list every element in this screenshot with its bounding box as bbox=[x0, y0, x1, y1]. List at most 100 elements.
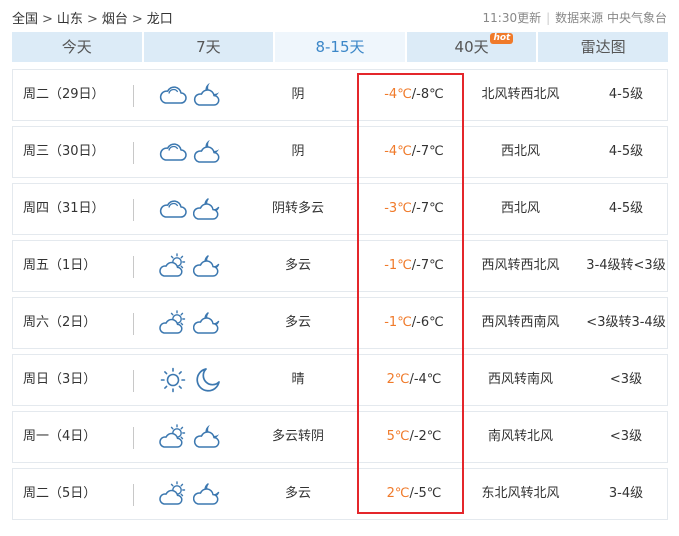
weather-condition: 多云转阴 bbox=[271, 429, 324, 444]
cloudy-moon-icon bbox=[193, 138, 223, 166]
high-temperature: -3℃ bbox=[384, 201, 412, 216]
forecast-row: 周四（31日） 阴转多云 -3℃/-7℃ 西北风 4-5级 bbox=[12, 183, 668, 235]
moon-icon bbox=[193, 366, 223, 394]
tab-radar-label: 雷达图 bbox=[580, 38, 626, 56]
cloudy-icon bbox=[158, 82, 188, 108]
forecast-date: 周二（29日） bbox=[23, 87, 105, 102]
tab-7-days-label: 7天 bbox=[196, 38, 221, 56]
forecast-date: 周五（1日） bbox=[23, 258, 97, 273]
low-temperature: /-5℃ bbox=[409, 486, 442, 501]
wind-level: <3级 bbox=[609, 429, 643, 444]
wind-level: 4-5级 bbox=[608, 201, 644, 216]
low-temperature: /-4℃ bbox=[409, 372, 442, 387]
tab-8-15-days-label: 8-15天 bbox=[315, 38, 365, 56]
update-meta: 11:30更新 | 数据来源 中央气象台 bbox=[483, 9, 667, 26]
low-temperature: /-2℃ bbox=[409, 429, 442, 444]
row-divider bbox=[133, 85, 134, 107]
weather-condition: 阴 bbox=[291, 144, 305, 159]
high-temperature: 2℃ bbox=[386, 486, 410, 501]
tab-radar[interactable]: 雷达图 bbox=[538, 32, 668, 62]
weather-condition: 阴转多云 bbox=[271, 201, 324, 216]
breadcrumb-separator: > bbox=[86, 12, 98, 27]
breadcrumb-separator: > bbox=[131, 12, 143, 27]
breadcrumb: 全国 > 山东 > 烟台 > 龙口 bbox=[12, 8, 173, 27]
partly-cloudy-day-icon bbox=[158, 481, 188, 507]
partly-cloudy-night-icon bbox=[193, 480, 223, 508]
temperature-range: -3℃/-7℃ bbox=[358, 184, 470, 234]
breadcrumb-link-province[interactable]: 山东 bbox=[57, 12, 83, 27]
cloudy-icon bbox=[158, 139, 188, 165]
partly-cloudy-night-icon bbox=[193, 309, 223, 337]
temperature-range: -4℃/-8℃ bbox=[358, 70, 470, 120]
forecast-date: 周三（30日） bbox=[23, 144, 105, 159]
forecast-tabs: 今天 7天 8-15天 40天 hot 雷达图 bbox=[12, 32, 668, 62]
wind-level: <3级 bbox=[609, 372, 643, 387]
partly-cloudy-night-icon bbox=[193, 252, 223, 280]
forecast-list: 周二（29日）阴 -4℃/-8℃ 北风转西北风 4-5级 周三（30日）阴 -4℃/-7℃… bbox=[12, 69, 668, 525]
wind-direction: 西风转西北风 bbox=[481, 258, 560, 273]
row-divider bbox=[133, 427, 134, 449]
high-temperature: 2℃ bbox=[386, 372, 410, 387]
update-time: 11:30更新 bbox=[482, 11, 542, 25]
temperature-range: -4℃/-7℃ bbox=[358, 127, 470, 177]
low-temperature: /-7℃ bbox=[411, 258, 444, 273]
weather-condition: 多云 bbox=[284, 315, 311, 330]
tab-7-days[interactable]: 7天 bbox=[143, 32, 274, 62]
low-temperature: /-7℃ bbox=[411, 201, 444, 216]
row-divider bbox=[133, 142, 134, 164]
high-temperature: -1℃ bbox=[384, 258, 412, 273]
top-bar: 全国 > 山东 > 烟台 > 龙口 11:30更新 | 数据来源 中央气象台 bbox=[0, 0, 679, 32]
low-temperature: /-6℃ bbox=[411, 315, 444, 330]
forecast-row: 周二（29日） 阴 -4℃/-8℃ 北风转西北风 4-5级 bbox=[12, 69, 668, 121]
high-temperature: -4℃ bbox=[384, 144, 412, 159]
wind-direction: 西风转南风 bbox=[487, 372, 553, 387]
breadcrumb-link-country[interactable]: 全国 bbox=[12, 12, 38, 27]
forecast-date: 周四（31日） bbox=[23, 201, 105, 216]
hot-badge: hot bbox=[490, 33, 514, 44]
forecast-date: 周二（5日） bbox=[23, 486, 97, 501]
low-temperature: /-8℃ bbox=[411, 87, 444, 102]
forecast-row: 周二（5日） 多云 2℃/-5℃ 东北风转北风 3-4级 bbox=[12, 468, 668, 520]
low-temperature: /-7℃ bbox=[411, 144, 444, 159]
forecast-date: 周一（4日） bbox=[23, 429, 97, 444]
partly-cloudy-day-icon bbox=[158, 424, 188, 450]
temperature-range: 2℃/-5℃ bbox=[358, 469, 470, 519]
weather-condition: 晴 bbox=[291, 372, 305, 387]
meta-divider: | bbox=[546, 11, 551, 25]
forecast-row: 周六（2日） 多云 -1℃/-6℃ 西风转西南风 <3级转3-4级 bbox=[12, 297, 668, 349]
partly-cloudy-day-icon bbox=[158, 253, 188, 279]
wind-level: 4-5级 bbox=[608, 87, 644, 102]
breadcrumb-current: 龙口 bbox=[146, 12, 173, 27]
cloudy-moon-icon bbox=[193, 423, 223, 451]
wind-direction: 东北风转北风 bbox=[481, 486, 560, 501]
temperature-range: 2℃/-4℃ bbox=[358, 355, 470, 405]
tab-8-15-days[interactable]: 8-15天 bbox=[275, 32, 405, 62]
row-divider bbox=[133, 484, 134, 506]
wind-direction: 西北风 bbox=[500, 144, 540, 159]
forecast-row: 周五（1日） 多云 -1℃/-7℃ 西风转西北风 3-4级转<3级 bbox=[12, 240, 668, 292]
forecast-row: 周一（4日） 多云转阴 5℃/-2℃ 南风转北风 <3级 bbox=[12, 411, 668, 463]
wind-level: 3-4级转<3级 bbox=[586, 258, 666, 273]
wind-direction: 西风转西南风 bbox=[481, 315, 560, 330]
forecast-date: 周六（2日） bbox=[23, 315, 97, 330]
breadcrumb-separator: > bbox=[42, 12, 53, 27]
row-divider bbox=[133, 370, 134, 392]
partly-cloudy-day-icon bbox=[158, 310, 188, 336]
wind-level: <3级转3-4级 bbox=[586, 315, 666, 330]
row-divider bbox=[133, 313, 134, 335]
tab-today[interactable]: 今天 bbox=[12, 32, 142, 62]
breadcrumb-link-city[interactable]: 烟台 bbox=[102, 12, 128, 27]
weather-condition: 阴 bbox=[291, 87, 305, 102]
wind-direction: 北风转西北风 bbox=[481, 87, 560, 102]
temperature-range: -1℃/-7℃ bbox=[358, 241, 470, 291]
cloudy-moon-icon bbox=[193, 81, 223, 109]
weather-condition: 多云 bbox=[284, 486, 311, 501]
high-temperature: -1℃ bbox=[384, 315, 412, 330]
forecast-row: 周日（3日） 晴 2℃/-4℃ 西风转南风 <3级 bbox=[12, 354, 668, 406]
wind-direction: 西北风 bbox=[500, 201, 540, 216]
cloudy-icon bbox=[158, 196, 188, 222]
row-divider bbox=[133, 199, 134, 221]
high-temperature: -4℃ bbox=[384, 87, 412, 102]
tab-40-days[interactable]: 40天 hot bbox=[406, 32, 537, 62]
wind-level: 4-5级 bbox=[608, 144, 644, 159]
